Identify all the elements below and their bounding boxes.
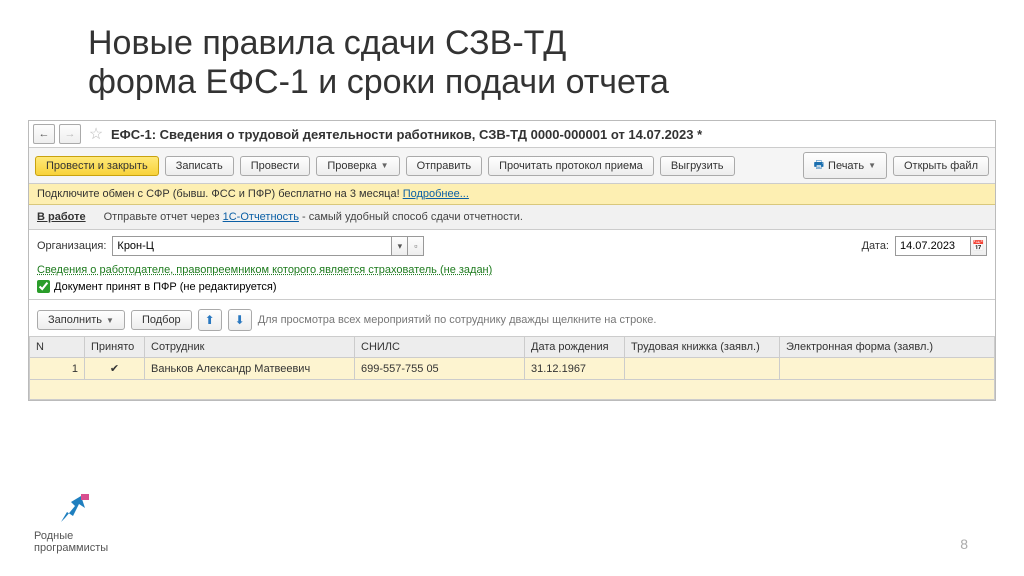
runner-icon	[51, 492, 91, 528]
chevron-down-icon: ▼	[381, 161, 389, 170]
page-number: 8	[960, 536, 968, 552]
employer-info-link[interactable]: Сведения о работодателе, правопреемником…	[29, 262, 500, 278]
status-bar: В работе Отправьте отчет через 1С-Отчетн…	[29, 205, 995, 230]
favorite-star-icon[interactable]: ☆	[87, 125, 105, 143]
cell-employee: Ваньков Александр Матвеевич	[145, 358, 355, 380]
table-actions: Заполнить▼ Подбор ⬆ ⬇ Для просмотра всех…	[29, 304, 995, 336]
write-button[interactable]: Записать	[165, 156, 234, 176]
print-button[interactable]: Печать▼	[803, 152, 887, 179]
fill-button[interactable]: Заполнить▼	[37, 310, 125, 330]
cell-accepted: ✔	[85, 358, 145, 380]
col-eform[interactable]: Электронная форма (заявл.)	[780, 337, 995, 358]
cell-n: 1	[30, 358, 85, 380]
export-button[interactable]: Выгрузить	[660, 156, 735, 176]
navbar: ← → ☆ ЕФС-1: Сведения о трудовой деятель…	[29, 121, 995, 148]
chevron-down-icon: ▼	[868, 161, 876, 170]
document-title: ЕФС-1: Сведения о трудовой деятельности …	[111, 127, 702, 142]
promo-banner: Подключите обмен с СФР (бывш. ФСС и ПФР)…	[29, 184, 995, 205]
cell-eform	[780, 358, 995, 380]
doc-accepted-row: Документ принят в ПФР (не редактируется)	[29, 278, 995, 300]
table-row[interactable]: 1 ✔ Ваньков Александр Матвеевич 699-557-…	[30, 358, 995, 380]
calendar-icon[interactable]	[971, 236, 987, 256]
slide-title: Новые правила сдачи СЗВ-ТД форма ЕФС-1 и…	[0, 0, 1024, 120]
col-birthdate[interactable]: Дата рождения	[525, 337, 625, 358]
table-row-empty[interactable]	[30, 380, 995, 400]
reporting-link[interactable]: 1С-Отчетность	[223, 211, 299, 223]
table-hint: Для просмотра всех мероприятий по сотруд…	[258, 314, 657, 326]
org-row: Организация: ▾ ▫ Дата:	[29, 230, 995, 262]
back-button[interactable]: ←	[33, 124, 55, 144]
chevron-down-icon: ▼	[106, 316, 114, 325]
col-workbook[interactable]: Трудовая книжка (заявл.)	[625, 337, 780, 358]
doc-accepted-checkbox[interactable]	[37, 280, 50, 293]
cell-workbook	[625, 358, 780, 380]
move-up-button[interactable]: ⬆	[198, 309, 222, 331]
col-n[interactable]: N	[30, 337, 85, 358]
doc-accepted-label: Документ принят в ПФР (не редактируется)	[54, 281, 276, 293]
pick-button[interactable]: Подбор	[131, 310, 192, 330]
cell-snils: 699-557-755 05	[355, 358, 525, 380]
check-button[interactable]: Проверка▼	[316, 156, 399, 176]
toolbar: Провести и закрыть Записать Провести Про…	[29, 148, 995, 184]
col-accepted[interactable]: Принято	[85, 337, 145, 358]
col-snils[interactable]: СНИЛС	[355, 337, 525, 358]
app-window: ← → ☆ ЕФС-1: Сведения о трудовой деятель…	[28, 120, 996, 401]
status-text: Отправьте отчет через 1С-Отчетность - са…	[104, 211, 523, 223]
forward-button[interactable]: →	[59, 124, 81, 144]
printer-icon	[814, 156, 824, 175]
org-dropdown-button[interactable]: ▾	[392, 236, 408, 256]
status-state-link[interactable]: В работе	[37, 211, 86, 223]
employees-table: N Принято Сотрудник СНИЛС Дата рождения …	[29, 336, 995, 400]
brand-logo: Родные программисты	[34, 492, 108, 554]
org-input[interactable]	[112, 236, 392, 256]
read-protocol-button[interactable]: Прочитать протокол приема	[488, 156, 654, 176]
post-button[interactable]: Провести	[240, 156, 311, 176]
cell-birthdate: 31.12.1967	[525, 358, 625, 380]
promo-link[interactable]: Подробнее...	[403, 188, 469, 200]
date-label: Дата:	[862, 240, 889, 252]
arrow-down-icon: ⬇	[235, 313, 245, 327]
org-label: Организация:	[37, 240, 106, 252]
date-input[interactable]	[895, 236, 971, 256]
post-and-close-button[interactable]: Провести и закрыть	[35, 156, 159, 176]
move-down-button[interactable]: ⬇	[228, 309, 252, 331]
send-button[interactable]: Отправить	[406, 156, 483, 176]
arrow-up-icon: ⬆	[205, 313, 215, 327]
open-file-button[interactable]: Открыть файл	[893, 156, 989, 176]
col-employee[interactable]: Сотрудник	[145, 337, 355, 358]
org-open-button[interactable]: ▫	[408, 236, 424, 256]
